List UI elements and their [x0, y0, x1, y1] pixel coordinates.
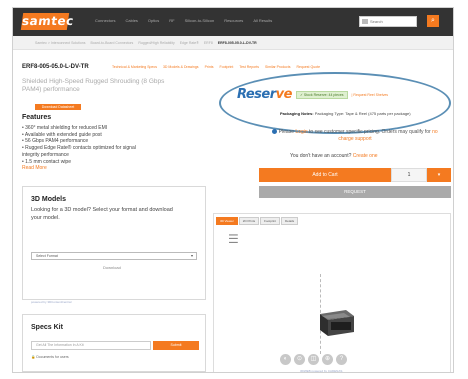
search-input[interactable] [360, 17, 416, 26]
product-link[interactable]: Request Quote [296, 65, 320, 69]
zoom-icon[interactable]: ⊕ [322, 354, 333, 365]
specs-kit-input[interactable]: Get All The Information In A Kit [31, 341, 151, 350]
tab-footprint[interactable]: Footprint [260, 217, 280, 225]
datasheet-button[interactable]: Download Datasheet [35, 104, 81, 110]
create-account-link[interactable]: Create one [353, 153, 378, 159]
breadcrumb-item[interactable]: ERF8 [204, 41, 213, 45]
breadcrumb-current: ERF8-005-05.0-L-DV-TR [217, 41, 257, 45]
nav-item[interactable]: Silicon-to-Silicon [185, 18, 215, 23]
login-text-a: Please [277, 129, 296, 135]
nav-item[interactable]: Connectors [95, 18, 115, 23]
reserve-row: Reserve ✓ Stock Reserve: 44 pieces | Req… [237, 87, 388, 102]
product-link[interactable]: Test Reports [239, 65, 259, 69]
viewer-tabs: 3D Viewer 2D Prints Footprint Details [216, 217, 299, 225]
packaging-notes: Packaging Notes: Packaging Type: Tape & … [280, 111, 411, 116]
packaging-text: Packaging Type: Tape & Reel (475 parts p… [313, 111, 411, 116]
breadcrumb: Samtec > Interconnect Solutions Board-to… [35, 41, 257, 45]
browser-page: samtec Connectors Cables Optics RF Silic… [12, 7, 454, 373]
flag-icon [362, 19, 368, 24]
tab-3d-viewer[interactable]: 3D Viewer [216, 217, 238, 225]
no-account-note: You don't have an account? Create one [290, 153, 378, 159]
feature-item: • Rugged Edge Rate® contacts optimized f… [22, 145, 136, 152]
feature-item: • 1.5 mm contact wipe [22, 158, 71, 165]
format-select-value: Select Format [36, 254, 58, 258]
section-icon[interactable]: ◫ [308, 354, 319, 365]
stock-badge: ✓ Stock Reserve: 44 pieces [295, 90, 348, 99]
product-link[interactable]: 3D Models & Drawings [163, 65, 199, 69]
add-to-cart-row: Add to Cart 1 ▾ [259, 168, 451, 182]
reserve-logo-b: ve [275, 87, 293, 102]
product-links: Technical & Marketing Specs 3D Models & … [112, 65, 320, 69]
product-description: Shielded High-Speed Rugged Shrouding (8 … [22, 78, 165, 93]
features-heading: Features [22, 114, 52, 121]
nav-item[interactable]: All Results [253, 18, 272, 23]
specs-kit-note-text: Documents for users [36, 355, 69, 359]
features-list: • 360° metal shielding for reduced EMI •… [22, 125, 192, 165]
reserve-logo-a: Reser [237, 87, 276, 102]
powered-by-link[interactable]: powered by 3DContentCentral [31, 300, 71, 304]
format-select[interactable]: Select Format ▾ [31, 252, 197, 260]
breadcrumb-bar: Samtec > Interconnect Solutions Board-to… [13, 36, 453, 50]
3d-models-panel: 3D Models Looking for a 3D model? Select… [22, 186, 206, 304]
add-to-cart-button[interactable]: Add to Cart [259, 168, 391, 182]
login-note: Please Login to see customer specific pr… [265, 129, 445, 143]
rotate-icon[interactable]: ⊙ [294, 354, 305, 365]
product-link[interactable]: Prints [205, 65, 214, 69]
login-link[interactable]: Login [295, 129, 307, 135]
breadcrumb-item[interactable]: Board-to-Board Connectors [91, 41, 134, 45]
search-field[interactable] [359, 16, 417, 27]
specs-kit-panel: Specs Kit Get All The Information In A K… [22, 314, 206, 372]
breadcrumb-item[interactable]: Edge Rate® [180, 41, 199, 45]
feature-item: • Available with extended guide post [22, 131, 102, 138]
breadcrumb-item[interactable]: Rugged/High Reliability [138, 41, 174, 45]
packaging-label: Packaging Notes: [280, 111, 314, 116]
specs-kit-submit-button[interactable]: Submit [153, 341, 199, 350]
3d-models-text: Looking for a 3D model? Select your form… [31, 207, 173, 221]
feature-item: integrity performance [22, 151, 69, 158]
help-icon[interactable]: ? [336, 354, 347, 365]
list-icon[interactable]: ☰ [228, 232, 239, 246]
product-link[interactable]: Technical & Marketing Specs [112, 65, 157, 69]
top-header: samtec Connectors Cables Optics RF Silic… [13, 8, 453, 36]
product-link[interactable]: Footprint [220, 65, 234, 69]
login-text-b: to see customer specific pricing. Orders… [307, 129, 433, 135]
nav-item[interactable]: RF [169, 18, 174, 23]
nav-item[interactable]: Resources [224, 18, 243, 23]
part-number-title: ERF8-005-05.0-L-DV-TR [22, 64, 89, 70]
reel-link[interactable]: | Request Reel Shelves [352, 93, 389, 97]
3d-models-heading: 3D Models [31, 196, 67, 203]
main-nav: Connectors Cables Optics RF Silicon-to-S… [95, 18, 272, 23]
feature-item: • 360° metal shielding for reduced EMI [22, 125, 108, 131]
3d-viewer[interactable]: 3D Viewer 2D Prints Footprint Details ☰ … [213, 213, 451, 372]
search-icon[interactable]: ⌕ [427, 15, 439, 27]
no-account-text: You don't have an account? [290, 153, 353, 159]
request-button[interactable]: REQUEST [259, 186, 451, 198]
nav-item[interactable]: Optics [148, 18, 159, 23]
viewer-powered-by[interactable]: 3DWEB powered by CADENAS [300, 369, 342, 372]
read-more-link[interactable]: Read More [22, 165, 47, 171]
connector-model-image [316, 306, 356, 342]
quantity-field[interactable]: 1 [391, 168, 427, 182]
highlight-oval [219, 72, 451, 134]
product-link[interactable]: Similar Products [265, 65, 290, 69]
samtec-logo[interactable]: samtec [20, 13, 75, 30]
specs-kit-note: 🔒 Documents for users [31, 355, 69, 359]
quantity-dropdown-icon[interactable]: ▾ [427, 168, 451, 182]
nav-item[interactable]: Cables [125, 18, 137, 23]
tab-details[interactable]: Details [280, 217, 299, 225]
download-button[interactable]: Download [103, 265, 121, 270]
tab-2d-prints[interactable]: 2D Prints [238, 217, 260, 225]
breadcrumb-item[interactable]: Samtec > Interconnect Solutions [35, 41, 86, 45]
reserve-logo: Reserve [237, 87, 292, 102]
viewer-toolbar: ◐ ⊙ ◫ ⊕ ? [280, 354, 347, 365]
view-mode-icon[interactable]: ◐ [280, 354, 291, 365]
specs-kit-heading: Specs Kit [31, 324, 63, 331]
chevron-down-icon: ▾ [190, 253, 193, 258]
